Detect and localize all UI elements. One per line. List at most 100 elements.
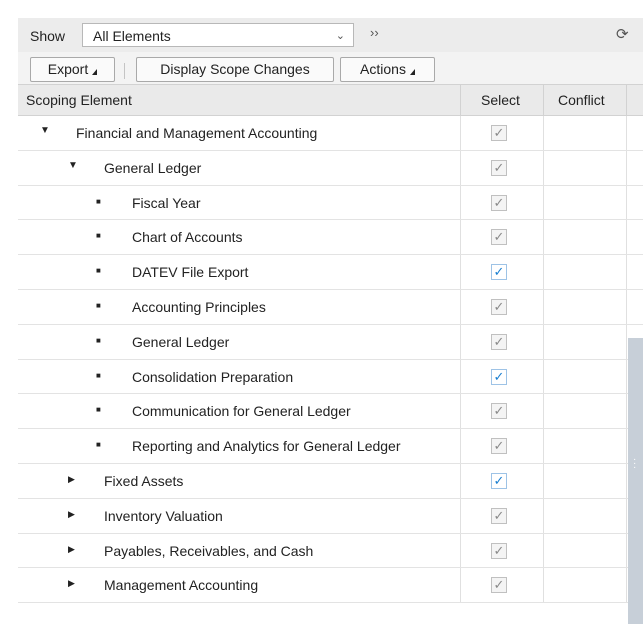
column-divider xyxy=(626,394,627,429)
select-checkbox[interactable]: ✓ xyxy=(491,264,507,281)
column-divider xyxy=(626,324,627,359)
caret-down-icon[interactable]: ▼ xyxy=(68,160,78,171)
table-row[interactable]: ■ Consolidation Preparation ✓ xyxy=(18,359,643,395)
header-scoping-element[interactable]: Scoping Element xyxy=(26,92,132,108)
column-divider xyxy=(543,359,544,394)
column-divider xyxy=(626,255,627,289)
table-row[interactable]: ■ Communication for General Ledger ✓ xyxy=(18,394,643,430)
column-divider xyxy=(460,85,461,115)
table-row[interactable]: ▶ Inventory Valuation ✓ xyxy=(18,498,643,534)
column-divider xyxy=(460,255,461,289)
table-row[interactable]: ▼ General Ledger ✓ xyxy=(18,150,643,186)
select-checkbox[interactable]: ✓ xyxy=(491,542,507,559)
filter-toolbar: Show All Elements ⌄ ›› ⟳ xyxy=(18,18,643,52)
column-divider xyxy=(626,150,627,185)
caret-right-icon[interactable]: ▶ xyxy=(68,509,75,520)
scoping-element-label: Financial and Management Accounting xyxy=(76,125,318,141)
table-header: Scoping Element Select Conflict xyxy=(18,84,643,116)
select-checkbox[interactable]: ✓ xyxy=(491,507,507,524)
action-toolbar: Export Display Scope Changes Actions xyxy=(18,52,643,84)
bullet-icon: ■ xyxy=(96,300,101,310)
bullet-icon: ■ xyxy=(96,370,101,380)
caret-right-icon[interactable]: ▶ xyxy=(68,544,75,555)
header-select[interactable]: Select xyxy=(481,92,520,108)
display-scope-label: Display Scope Changes xyxy=(160,61,310,77)
column-divider xyxy=(626,289,627,324)
header-conflict[interactable]: Conflict xyxy=(558,92,605,108)
column-divider xyxy=(460,324,461,359)
refresh-icon[interactable]: ⟳ xyxy=(616,25,629,43)
column-divider xyxy=(543,185,544,220)
scoping-element-label: Consolidation Preparation xyxy=(132,368,294,385)
column-divider xyxy=(543,220,544,255)
select-checkbox[interactable]: ✓ xyxy=(491,472,507,489)
column-divider xyxy=(543,533,544,568)
caret-right-icon[interactable]: ▶ xyxy=(68,578,75,589)
scoping-element-label: General Ledger xyxy=(132,333,230,350)
select-checkbox[interactable]: ✓ xyxy=(491,333,507,350)
table-row[interactable]: ■ DATEV File Export ✓ xyxy=(18,255,643,290)
vertical-scrollbar[interactable]: · · · xyxy=(628,338,643,624)
table-row[interactable]: ■ Chart of Accounts ✓ xyxy=(18,220,643,256)
table-row[interactable]: ■ Fiscal Year ✓ xyxy=(18,185,643,221)
scoping-element-label: Reporting and Analytics for General Ledg… xyxy=(132,438,401,455)
table-row[interactable]: ■ Reporting and Analytics for General Led… xyxy=(18,429,643,464)
scoping-element-label: Accounting Principles xyxy=(132,298,266,315)
bullet-icon: ■ xyxy=(96,231,101,241)
actions-button[interactable]: Actions xyxy=(340,57,435,82)
scoping-element-label: Fixed Assets xyxy=(104,472,184,489)
table-row[interactable]: ▶ Fixed Assets ✓ xyxy=(18,463,643,499)
column-divider xyxy=(460,150,461,185)
column-divider xyxy=(543,498,544,533)
column-divider xyxy=(543,394,544,429)
scoping-element-label: DATEV File Export xyxy=(132,264,249,281)
column-divider xyxy=(626,429,627,463)
column-divider xyxy=(543,568,544,603)
scoping-element-label: Fiscal Year xyxy=(132,194,201,211)
select-checkbox[interactable]: ✓ xyxy=(491,298,507,315)
scoping-element-label: Chart of Accounts xyxy=(132,229,243,246)
column-divider xyxy=(543,324,544,359)
column-divider xyxy=(626,85,627,115)
table-row[interactable]: ■ Accounting Principles ✓ xyxy=(18,289,643,325)
table-row[interactable]: ■ General Ledger ✓ xyxy=(18,324,643,360)
column-divider xyxy=(626,116,627,150)
table-row[interactable]: ▼ Financial and Management Accounting ✓ xyxy=(18,116,643,151)
caret-right-icon[interactable]: ▶ xyxy=(68,474,75,485)
toolbar-separator xyxy=(124,63,125,79)
column-divider xyxy=(543,116,544,150)
column-divider xyxy=(460,498,461,533)
dropdown-triangle-icon xyxy=(409,69,415,75)
select-checkbox[interactable]: ✓ xyxy=(491,159,507,176)
select-checkbox[interactable]: ✓ xyxy=(491,194,507,211)
column-divider xyxy=(543,85,544,115)
scoping-panel: Show All Elements ⌄ ›› ⟳ Export Display … xyxy=(18,18,643,624)
column-divider xyxy=(460,394,461,429)
table-row[interactable]: ▶ Management Accounting ✓ xyxy=(18,568,643,604)
bullet-icon: ■ xyxy=(96,335,101,345)
show-filter-dropdown[interactable]: All Elements ⌄ xyxy=(82,23,354,47)
column-divider xyxy=(626,359,627,394)
bullet-icon: ■ xyxy=(96,405,101,415)
export-label: Export xyxy=(47,61,89,77)
column-divider xyxy=(543,289,544,324)
more-button[interactable]: ›› xyxy=(370,25,379,40)
caret-down-icon[interactable]: ▼ xyxy=(40,125,50,136)
select-checkbox[interactable]: ✓ xyxy=(491,125,507,141)
select-checkbox[interactable]: ✓ xyxy=(491,577,507,594)
export-button[interactable]: Export xyxy=(30,57,115,82)
select-checkbox[interactable]: ✓ xyxy=(491,403,507,420)
scoping-element-label: Management Accounting xyxy=(104,577,259,594)
scoping-tree-table: ▼ Financial and Management Accounting ✓ ▼ Ge… xyxy=(18,116,643,604)
column-divider xyxy=(543,463,544,498)
select-checkbox[interactable]: ✓ xyxy=(491,229,507,246)
scrollbar-grip-icon: · · · xyxy=(633,454,637,473)
display-scope-changes-button[interactable]: Display Scope Changes xyxy=(136,57,334,82)
select-checkbox[interactable]: ✓ xyxy=(491,438,507,455)
column-divider xyxy=(460,289,461,324)
select-checkbox[interactable]: ✓ xyxy=(491,368,507,385)
table-row[interactable]: ▶ Payables, Receivables, and Cash ✓ xyxy=(18,533,643,569)
column-divider xyxy=(543,255,544,289)
bullet-icon: ■ xyxy=(96,266,101,276)
actions-label: Actions xyxy=(360,61,406,77)
